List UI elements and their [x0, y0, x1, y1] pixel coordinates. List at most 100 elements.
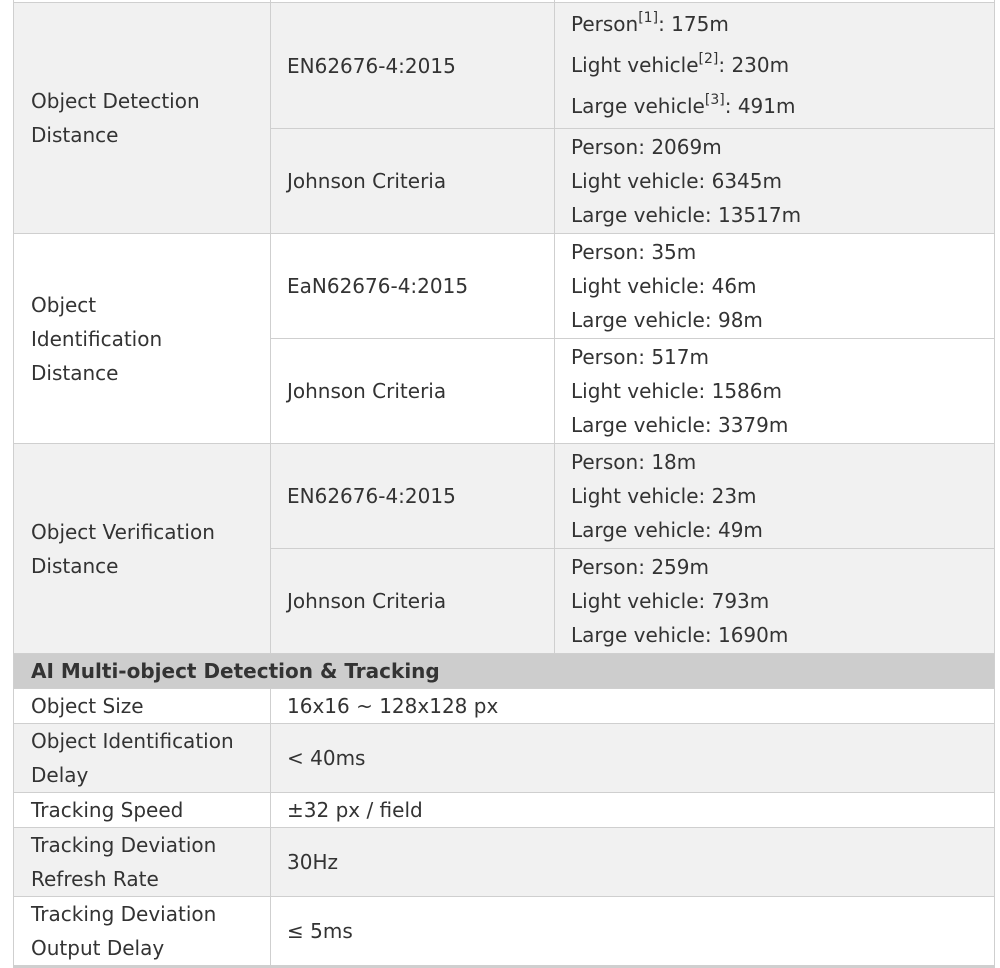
spec-label: Object Identification Delay — [13, 723, 271, 793]
section-body: AI Multi-object Detection & Tracking — [13, 653, 995, 689]
spec-label: Tracking Deviation Refresh Rate — [13, 827, 271, 897]
distance-value: 35m — [651, 240, 697, 264]
footnote-ref: [1] — [638, 10, 659, 26]
distance-line: Light vehicle: 46m — [571, 269, 978, 303]
separator: : — [718, 53, 732, 77]
standard-name: EN62676-4:2015 — [270, 2, 555, 129]
distance-line: Light vehicle[2]: 230m — [571, 45, 978, 86]
distance-values: Person: 18m Light vehicle: 23m Large vehic… — [554, 443, 995, 549]
distance-line: Person[1]: 175m — [571, 4, 978, 45]
target-label: Person — [571, 240, 639, 264]
distance-line: Person: 35m — [571, 235, 978, 269]
distance-value: 517m — [651, 345, 709, 369]
distance-values: Person: 259m Light vehicle: 793m Large veh… — [554, 548, 995, 654]
separator: : — [704, 308, 718, 332]
table-row: Tracking Speed ±32 px / field — [13, 792, 995, 828]
target-label: Person — [571, 555, 639, 579]
standard-name: Johnson Criteria — [270, 128, 555, 234]
distance-line: Light vehicle: 793m — [571, 584, 978, 618]
separator: : — [698, 274, 712, 298]
range-table-body: Object Detection Distance EN62676-4:2015 P… — [13, 0, 995, 654]
distance-value: 6345m — [711, 169, 782, 193]
footnote-ref: [3] — [704, 92, 725, 108]
separator: : — [698, 589, 712, 613]
spec-table-body: Object Size 16x16 ~ 128x128 px Object Iden… — [13, 688, 995, 968]
separator: : — [724, 94, 738, 118]
distance-value: 23m — [711, 484, 757, 508]
separator: : — [638, 450, 652, 474]
separator: : — [638, 135, 652, 159]
spec-value: < 40ms — [270, 723, 995, 793]
target-label: Light vehicle — [571, 169, 699, 193]
distance-line: Large vehicle: 13517m — [571, 198, 978, 232]
spec-value: 16x16 ~ 128x128 px — [270, 688, 995, 724]
distance-line: Light vehicle: 23m — [571, 479, 978, 513]
separator: : — [704, 413, 718, 437]
table-row: Object Identification Distance EaN62676-4… — [13, 233, 995, 444]
distance-line: Large vehicle: 98m — [571, 303, 978, 337]
distance-value: 49m — [717, 518, 763, 542]
table-row: Object Verification Distance EN62676-4:20… — [13, 443, 995, 654]
distance-values: Person[1]: 175m Light vehicle[2]: 230m Lar… — [554, 2, 995, 129]
spec-value: 30Hz — [270, 827, 995, 897]
target-label: Light vehicle — [571, 589, 699, 613]
group-label: Object Detection Distance — [13, 2, 271, 234]
spec-value: ≤ 5ms — [270, 896, 995, 968]
distance-line: Person: 18m — [571, 445, 978, 479]
group-label: Object Verification Distance — [13, 443, 271, 654]
distance-line: Large vehicle: 1690m — [571, 618, 978, 652]
target-label: Large vehicle — [571, 518, 705, 542]
separator: : — [638, 240, 652, 264]
distance-line: Large vehicle: 49m — [571, 513, 978, 547]
target-label: Light vehicle — [571, 484, 699, 508]
distance-value: 793m — [711, 589, 770, 613]
target-label: Light vehicle — [571, 379, 699, 403]
distance-values: Person: 35m Light vehicle: 46m Large vehic… — [554, 233, 995, 339]
standard-name: EaN62676-4:2015 — [270, 233, 555, 339]
distance-line: Person: 259m — [571, 550, 978, 584]
spec-table-container: Object Detection Distance EN62676-4:2015 P… — [13, 0, 995, 968]
distance-value: 175m — [671, 12, 729, 36]
distance-line: Light vehicle: 6345m — [571, 164, 978, 198]
spec-value: ±32 px / field — [270, 792, 995, 828]
distance-values: Person: 2069m Light vehicle: 6345m Large v… — [554, 128, 995, 234]
distance-value: 13517m — [717, 203, 802, 227]
separator: : — [638, 555, 652, 579]
distance-line: Person: 2069m — [571, 130, 978, 164]
spec-label: Object Size — [13, 688, 271, 724]
table-row: Object Size 16x16 ~ 128x128 px — [13, 688, 995, 724]
distance-value: 3379m — [717, 413, 789, 437]
target-label: Large vehicle — [571, 623, 705, 647]
standard-name: Johnson Criteria — [270, 338, 555, 444]
target-label: Person — [571, 135, 639, 159]
target-label: Person — [571, 450, 639, 474]
separator: : — [704, 623, 718, 647]
distance-value: 230m — [731, 53, 790, 77]
distance-value: 1586m — [711, 379, 782, 403]
target-label: Person — [571, 345, 639, 369]
group-label: Object Identification Distance — [13, 233, 271, 444]
table-row: Object Detection Distance EN62676-4:2015 P… — [13, 2, 995, 234]
distance-values: Person: 517m Light vehicle: 1586m Large ve… — [554, 338, 995, 444]
spec-label: Tracking Deviation Output Delay — [13, 896, 271, 968]
target-label: Large vehicle — [571, 308, 705, 332]
target-label: Light vehicle — [571, 274, 699, 298]
separator: : — [704, 518, 718, 542]
distance-line: Large vehicle: 3379m — [571, 408, 978, 442]
footnote-ref: [2] — [698, 51, 719, 67]
table-row: Tracking Deviation Output Delay ≤ 5ms — [13, 896, 995, 968]
table-row: Tracking Deviation Refresh Rate 30Hz — [13, 827, 995, 897]
separator: : — [638, 345, 652, 369]
separator: : — [704, 203, 718, 227]
separator: : — [698, 169, 712, 193]
table-row: Object Identification Delay < 40ms — [13, 723, 995, 793]
distance-value: 46m — [711, 274, 757, 298]
spec-table: Object Detection Distance EN62676-4:2015 P… — [13, 0, 995, 968]
distance-line: Large vehicle[3]: 491m — [571, 86, 978, 127]
distance-line: Light vehicle: 1586m — [571, 374, 978, 408]
target-label: Large vehicle — [571, 94, 705, 118]
standard-name: Johnson Criteria — [270, 548, 555, 654]
separator: : — [698, 379, 712, 403]
distance-value: 2069m — [651, 135, 722, 159]
target-label: Person — [571, 12, 639, 36]
